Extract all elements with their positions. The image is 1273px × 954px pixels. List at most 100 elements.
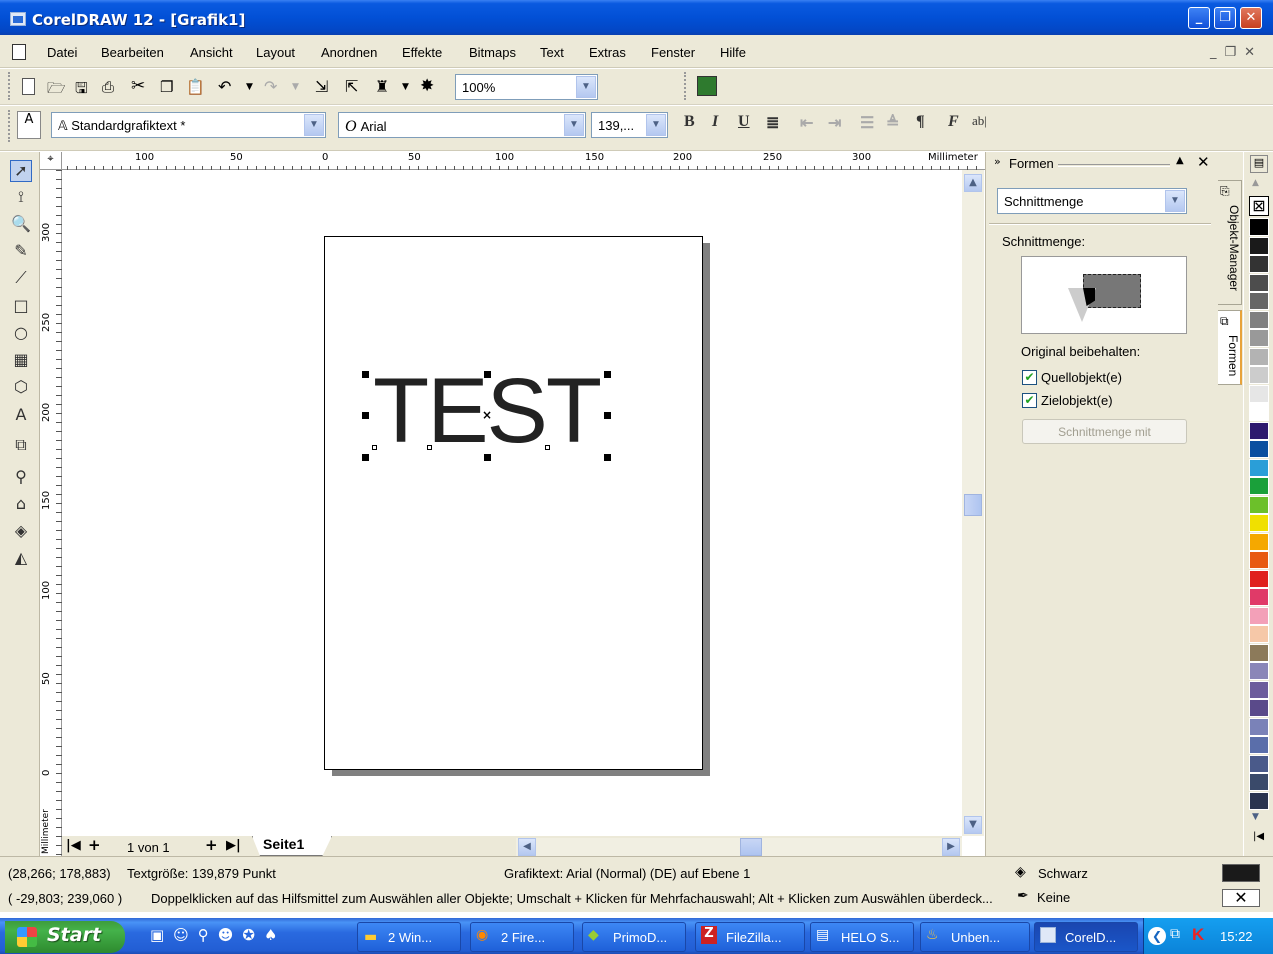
outline-tool-icon[interactable]: ⌂ — [10, 494, 32, 516]
vertical-scroll-thumb[interactable] — [964, 494, 982, 516]
launcher-icon[interactable]: ♜ — [375, 77, 393, 96]
italic-button[interactable]: I — [712, 113, 718, 131]
palette-expand-icon[interactable]: |◀ — [1253, 831, 1264, 842]
mdi-window-controls[interactable]: _❐✕ — [1210, 45, 1263, 60]
color-swatch[interactable] — [1249, 292, 1269, 310]
chevron-down-icon[interactable]: ▼ — [304, 114, 324, 136]
color-swatch[interactable] — [1249, 588, 1269, 606]
color-swatch[interactable] — [1249, 236, 1269, 255]
color-swatch[interactable] — [1249, 403, 1269, 421]
maximize-button[interactable]: ❐ — [1214, 7, 1236, 29]
menu-hilfe[interactable]: Hilfe — [720, 45, 746, 60]
basic-shapes-tool-icon[interactable]: ⬡ — [10, 377, 32, 399]
copy-icon[interactable]: ❐ — [160, 78, 178, 96]
scroll-up-button[interactable]: ▲ — [964, 174, 982, 192]
color-swatch[interactable] — [1249, 273, 1269, 292]
color-swatch[interactable] — [1249, 440, 1269, 458]
color-swatch[interactable] — [1249, 773, 1269, 791]
font-size-combo[interactable]: 139,... ▼ — [591, 112, 668, 138]
font-family-combo[interactable]: O Arial ▼ — [338, 112, 586, 138]
selection-handle[interactable] — [362, 454, 369, 461]
color-swatch[interactable] — [1249, 384, 1269, 403]
color-swatch[interactable] — [1249, 625, 1269, 643]
rectangle-tool-icon[interactable]: □ — [10, 296, 32, 318]
docker-collapse-icon[interactable]: ▲ — [1176, 155, 1184, 166]
color-swatch[interactable] — [1249, 791, 1269, 810]
paragraph-icon[interactable]: ¶ — [916, 113, 925, 131]
edit-text-icon[interactable]: ab| — [972, 113, 987, 129]
antivirus-icon[interactable]: K — [1192, 925, 1204, 945]
intersect-with-button[interactable]: Schnittmenge mit — [1022, 419, 1187, 444]
palette-scroll-down-icon[interactable]: ▼ — [1252, 812, 1259, 822]
network-icon[interactable]: ⧉ — [1170, 926, 1180, 942]
export-icon[interactable]: ⇱ — [345, 77, 363, 96]
no-color-swatch[interactable]: ⊠ — [1249, 196, 1269, 216]
interactive-blend-tool-icon[interactable]: ⧉ — [10, 435, 32, 457]
selection-handle[interactable] — [604, 371, 611, 378]
smart-fill-tool-icon[interactable]: ⟋ — [10, 268, 32, 290]
tray-expand-icon[interactable]: ❮ — [1148, 927, 1166, 945]
docker-close-icon[interactable]: ✕ — [1197, 153, 1210, 171]
menu-effekte[interactable]: Effekte — [402, 45, 442, 60]
color-swatch[interactable] — [1249, 218, 1269, 236]
color-swatch[interactable] — [1249, 329, 1269, 347]
document-icon[interactable] — [12, 44, 26, 60]
menu-extras[interactable]: Extras — [589, 45, 626, 60]
text-node[interactable] — [545, 445, 550, 450]
selection-handle[interactable] — [604, 412, 611, 419]
palette-scroll-up-icon[interactable]: ▲ — [1252, 178, 1259, 188]
format-text-icon[interactable]: F — [948, 113, 959, 131]
align-icon[interactable]: ≣ — [766, 113, 779, 133]
selection-handle[interactable] — [362, 412, 369, 419]
text-node[interactable] — [427, 445, 432, 450]
welcome-screen-icon[interactable]: ✸ — [420, 76, 438, 96]
ruler-origin-icon[interactable]: ⌖ — [40, 152, 62, 170]
horizontal-ruler[interactable]: 100 50 0 50 100 150 200 250 300 Millimet… — [40, 152, 985, 170]
menu-text[interactable]: Text — [540, 45, 564, 60]
paste-icon[interactable]: 📋 — [186, 78, 205, 96]
zoom-tool-icon[interactable]: 🔍 — [10, 214, 32, 236]
pick-tool-icon[interactable]: ➚ — [10, 160, 32, 182]
menu-datei[interactable]: Datei — [47, 45, 77, 60]
launcher-dropdown-icon[interactable]: ▼ — [402, 82, 420, 100]
cut-icon[interactable]: ✂ — [131, 76, 149, 96]
docker-expand-icon[interactable]: » — [994, 155, 1001, 168]
text-tool-icon[interactable]: A — [10, 405, 32, 427]
menu-ansicht[interactable]: Ansicht — [190, 45, 233, 60]
color-swatch[interactable] — [1249, 255, 1269, 273]
redo-icon[interactable]: ↷ — [264, 77, 282, 96]
save-icon[interactable]: 🖫 — [75, 78, 93, 97]
ellipse-tool-icon[interactable]: ○ — [10, 323, 32, 345]
color-swatch[interactable] — [1249, 699, 1269, 717]
selection-handle[interactable] — [604, 454, 611, 461]
menu-layout[interactable]: Layout — [256, 45, 295, 60]
toolbar-grip[interactable] — [684, 72, 688, 100]
redo-dropdown-icon[interactable]: ▼ — [292, 82, 310, 100]
color-swatch[interactable] — [1249, 532, 1269, 551]
page-tab-seite1[interactable]: Seite1 — [252, 836, 332, 856]
freehand-tool-icon[interactable]: ✎ — [10, 241, 32, 263]
document-page[interactable] — [324, 236, 703, 770]
color-swatch[interactable] — [1249, 347, 1269, 366]
graph-paper-tool-icon[interactable]: ▦ — [10, 350, 32, 372]
color-swatch[interactable] — [1249, 754, 1269, 773]
fill-tool-icon[interactable]: ◈ — [10, 521, 32, 543]
minimize-button[interactable]: _ — [1188, 7, 1210, 29]
palette-menu-icon[interactable]: ▤ — [1250, 155, 1268, 173]
color-swatch[interactable] — [1249, 477, 1269, 495]
toolbar-grip[interactable] — [8, 110, 12, 142]
color-swatch[interactable] — [1249, 421, 1269, 440]
color-swatch[interactable] — [1249, 606, 1269, 625]
target-objects-checkbox[interactable]: ✔ — [1022, 393, 1037, 408]
color-swatch[interactable] — [1249, 680, 1269, 699]
underline-button[interactable]: U — [738, 113, 750, 131]
eyedropper-tool-icon[interactable]: ⚲ — [10, 467, 32, 489]
undo-dropdown-icon[interactable]: ▼ — [246, 82, 264, 100]
first-page-button[interactable]: |◀ — [66, 838, 81, 853]
fill-color-swatch[interactable] — [1222, 864, 1260, 882]
bold-button[interactable]: B — [684, 113, 695, 131]
scroll-left-button[interactable]: ◀ — [518, 838, 536, 856]
scroll-right-button[interactable]: ▶ — [942, 838, 960, 856]
menu-anordnen[interactable]: Anordnen — [321, 45, 377, 60]
zoom-level-combo[interactable]: 100% ▼ — [455, 74, 598, 100]
